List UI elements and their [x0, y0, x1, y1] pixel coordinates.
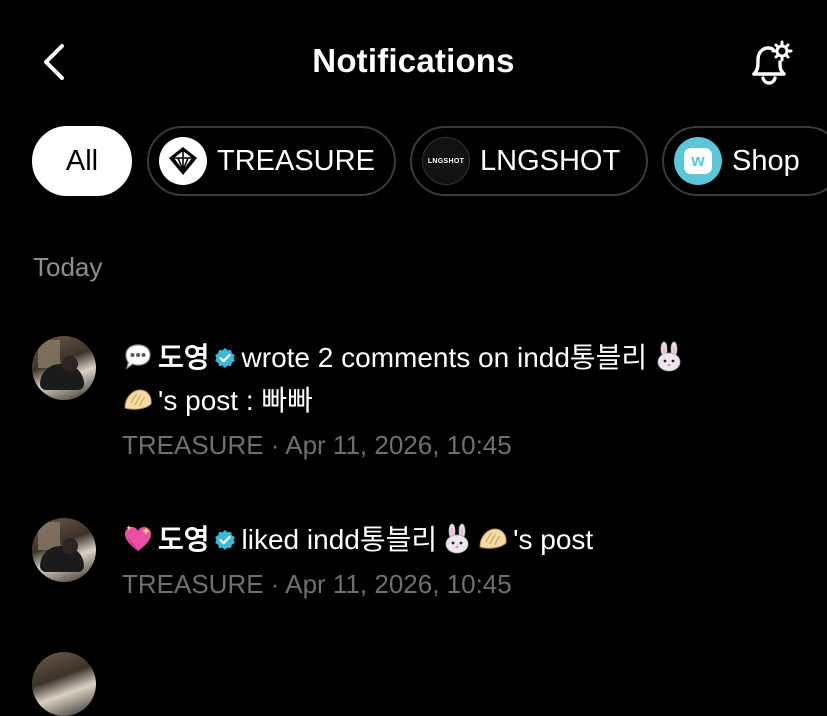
notification-text: liked indd통블리: [241, 524, 438, 555]
notification-body: 도영 liked indd통블리 's post TREASURE · Apr …: [122, 518, 812, 606]
lngshot-logo-icon: LNGSHOT: [422, 137, 470, 185]
filter-chip-label: TREASURE: [217, 144, 375, 177]
author-name[interactable]: 도영: [158, 524, 210, 555]
notification-meta: TREASURE · Apr 11, 2026, 10:45: [122, 430, 512, 460]
timestamp: Apr 11, 2026, 10:45: [285, 430, 512, 460]
notification-item[interactable]: 도영 liked indd통블리 's post TREASURE · Apr …: [32, 518, 812, 618]
notification-text-suffix: 's post : 빠빠: [158, 385, 313, 416]
treasure-logo-icon: [159, 137, 207, 185]
rabbit-face-icon: [657, 341, 681, 372]
filter-chip-shop[interactable]: w Shop: [662, 126, 827, 196]
rabbit-face-icon: [445, 523, 469, 554]
notification-item[interactable]: 도영 wrote 2 comments on indd통블리 's post :…: [32, 336, 812, 472]
author-name[interactable]: 도영: [158, 342, 210, 373]
source-label: TREASURE: [122, 569, 264, 599]
filter-chip-label: Shop: [732, 144, 800, 177]
section-heading-today: Today: [33, 252, 103, 282]
dumpling-icon: [479, 528, 507, 549]
top-bar: Notifications: [0, 0, 827, 125]
filter-chip-all[interactable]: All: [32, 126, 132, 196]
avatar[interactable]: [32, 336, 96, 400]
notification-settings-button[interactable]: [746, 40, 794, 86]
dumpling-icon: [124, 389, 152, 410]
verified-badge-icon: [214, 348, 235, 368]
timestamp: Apr 11, 2026, 10:45: [285, 569, 512, 599]
filter-chip-label: All: [65, 144, 99, 177]
notification-meta: TREASURE · Apr 11, 2026, 10:45: [122, 569, 512, 599]
bell-settings-icon: [752, 40, 793, 85]
source-label: TREASURE: [122, 430, 264, 460]
avatar[interactable]: [32, 652, 96, 716]
notification-text-suffix: 's post: [513, 524, 594, 555]
shop-logo-icon: w: [674, 137, 722, 185]
avatar[interactable]: [32, 518, 96, 582]
filter-chip-lngshot[interactable]: LNGSHOT LNGSHOT: [410, 126, 648, 196]
filter-chip-label: LNGSHOT: [480, 144, 621, 177]
sparkling-heart-icon: [125, 525, 151, 551]
notification-text: wrote 2 comments on indd통블리: [241, 342, 648, 373]
verified-badge-icon: [214, 530, 235, 550]
page-title: Notifications: [312, 42, 515, 79]
speech-bubble-icon: [125, 344, 151, 370]
notification-body: 도영 wrote 2 comments on indd통블리 's post :…: [122, 336, 812, 467]
filter-chip-treasure[interactable]: TREASURE: [147, 126, 396, 196]
